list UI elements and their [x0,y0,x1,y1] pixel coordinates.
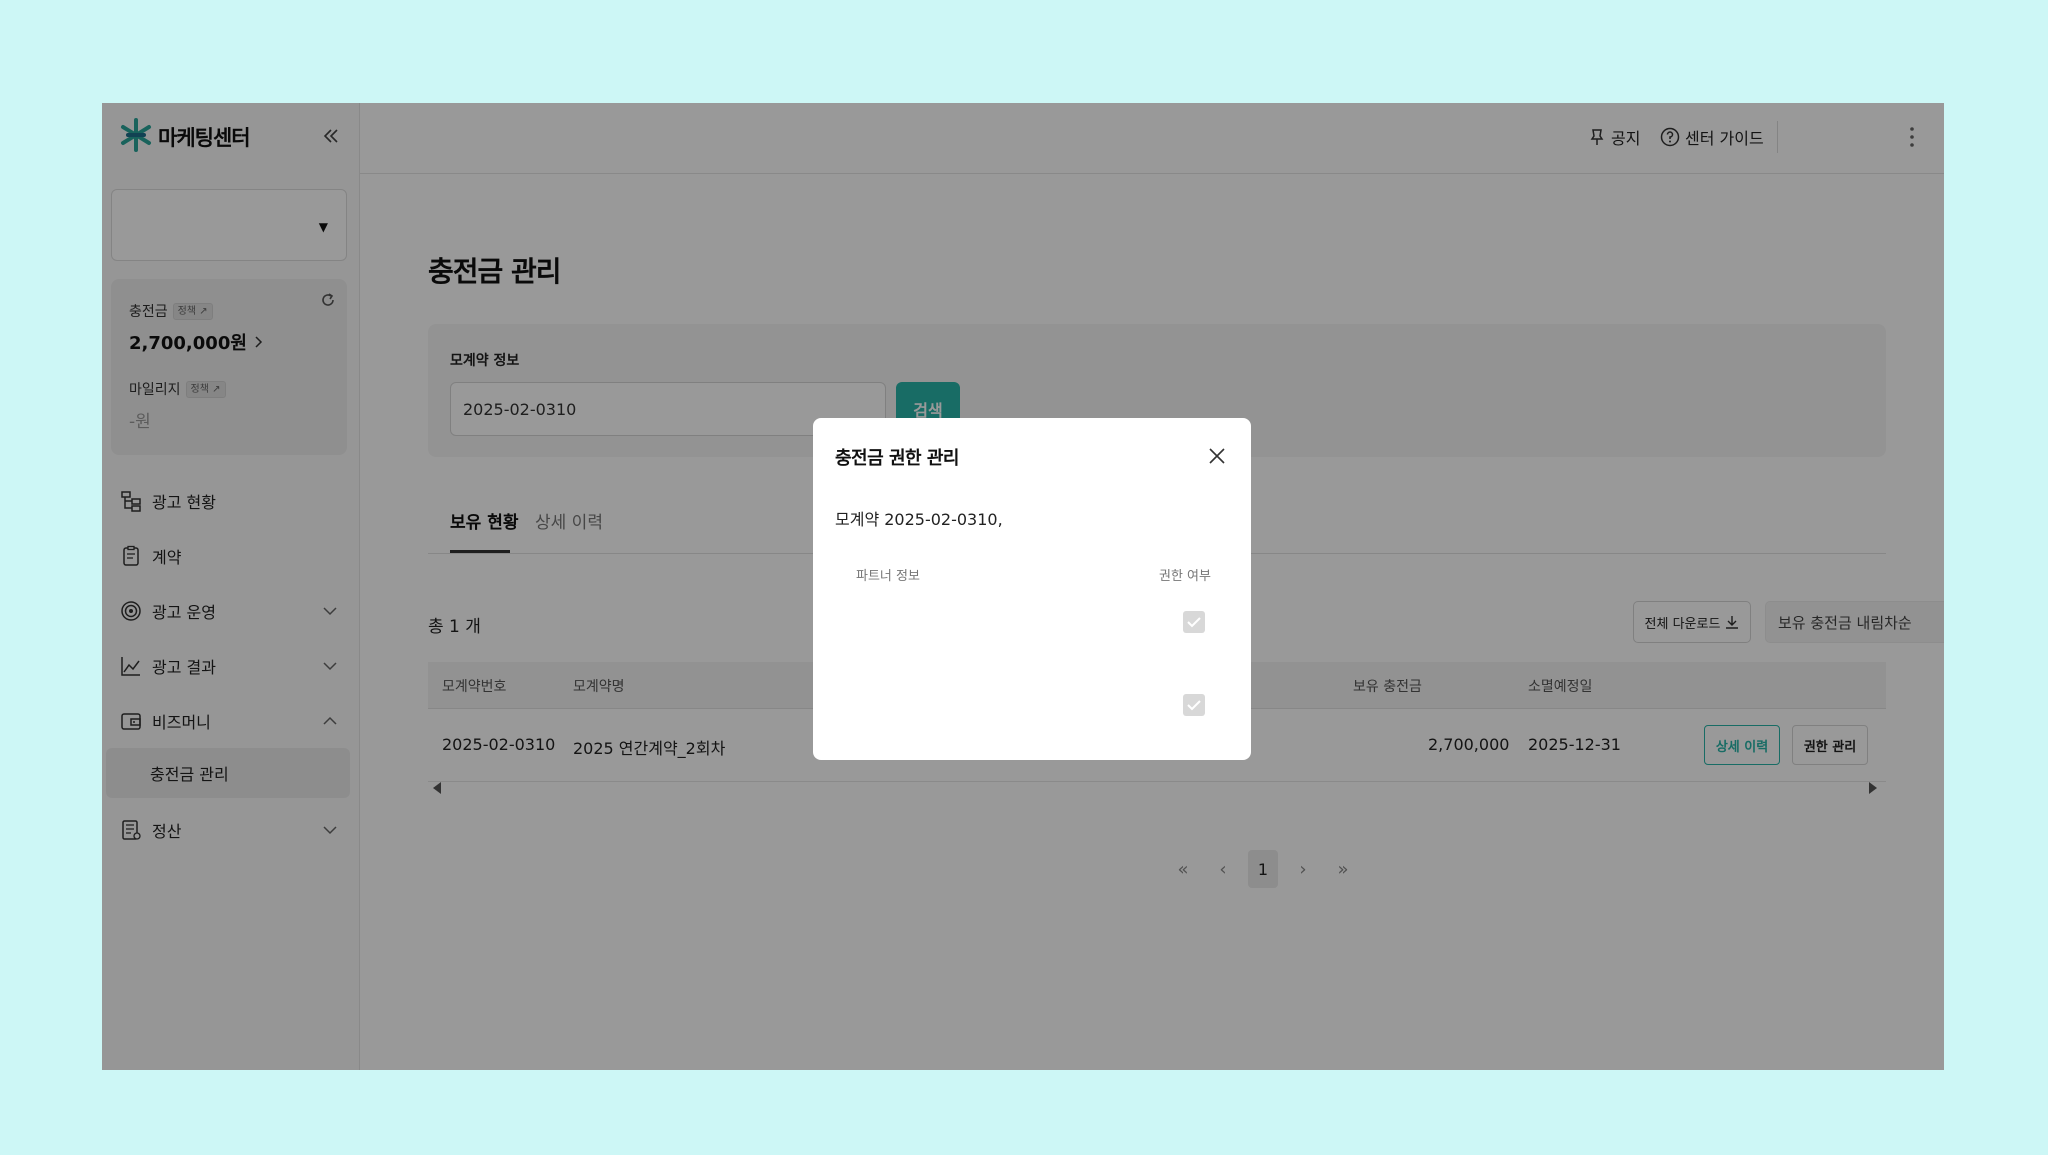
close-icon[interactable] [1203,442,1231,470]
app-window: 마케팅센터 ▼ 충전금 정책 ↗ 2,700,000원 마일리지 정책 ↗ -원… [102,103,1944,1070]
modal-col-permission: 권한 여부 [1159,569,1211,584]
modal-title: 충전금 권한 관리 [835,448,959,469]
modal-description: 모계약 2025-02-0310, [835,510,1003,529]
modal-col-partner: 파트너 정보 [856,569,920,584]
check-icon [1187,700,1201,711]
permission-checkbox[interactable] [1183,694,1205,716]
permission-checkbox[interactable] [1183,611,1205,633]
permission-modal: 충전금 권한 관리 모계약 2025-02-0310, 파트너 정보 권한 여부 [813,418,1251,760]
check-icon [1187,617,1201,628]
